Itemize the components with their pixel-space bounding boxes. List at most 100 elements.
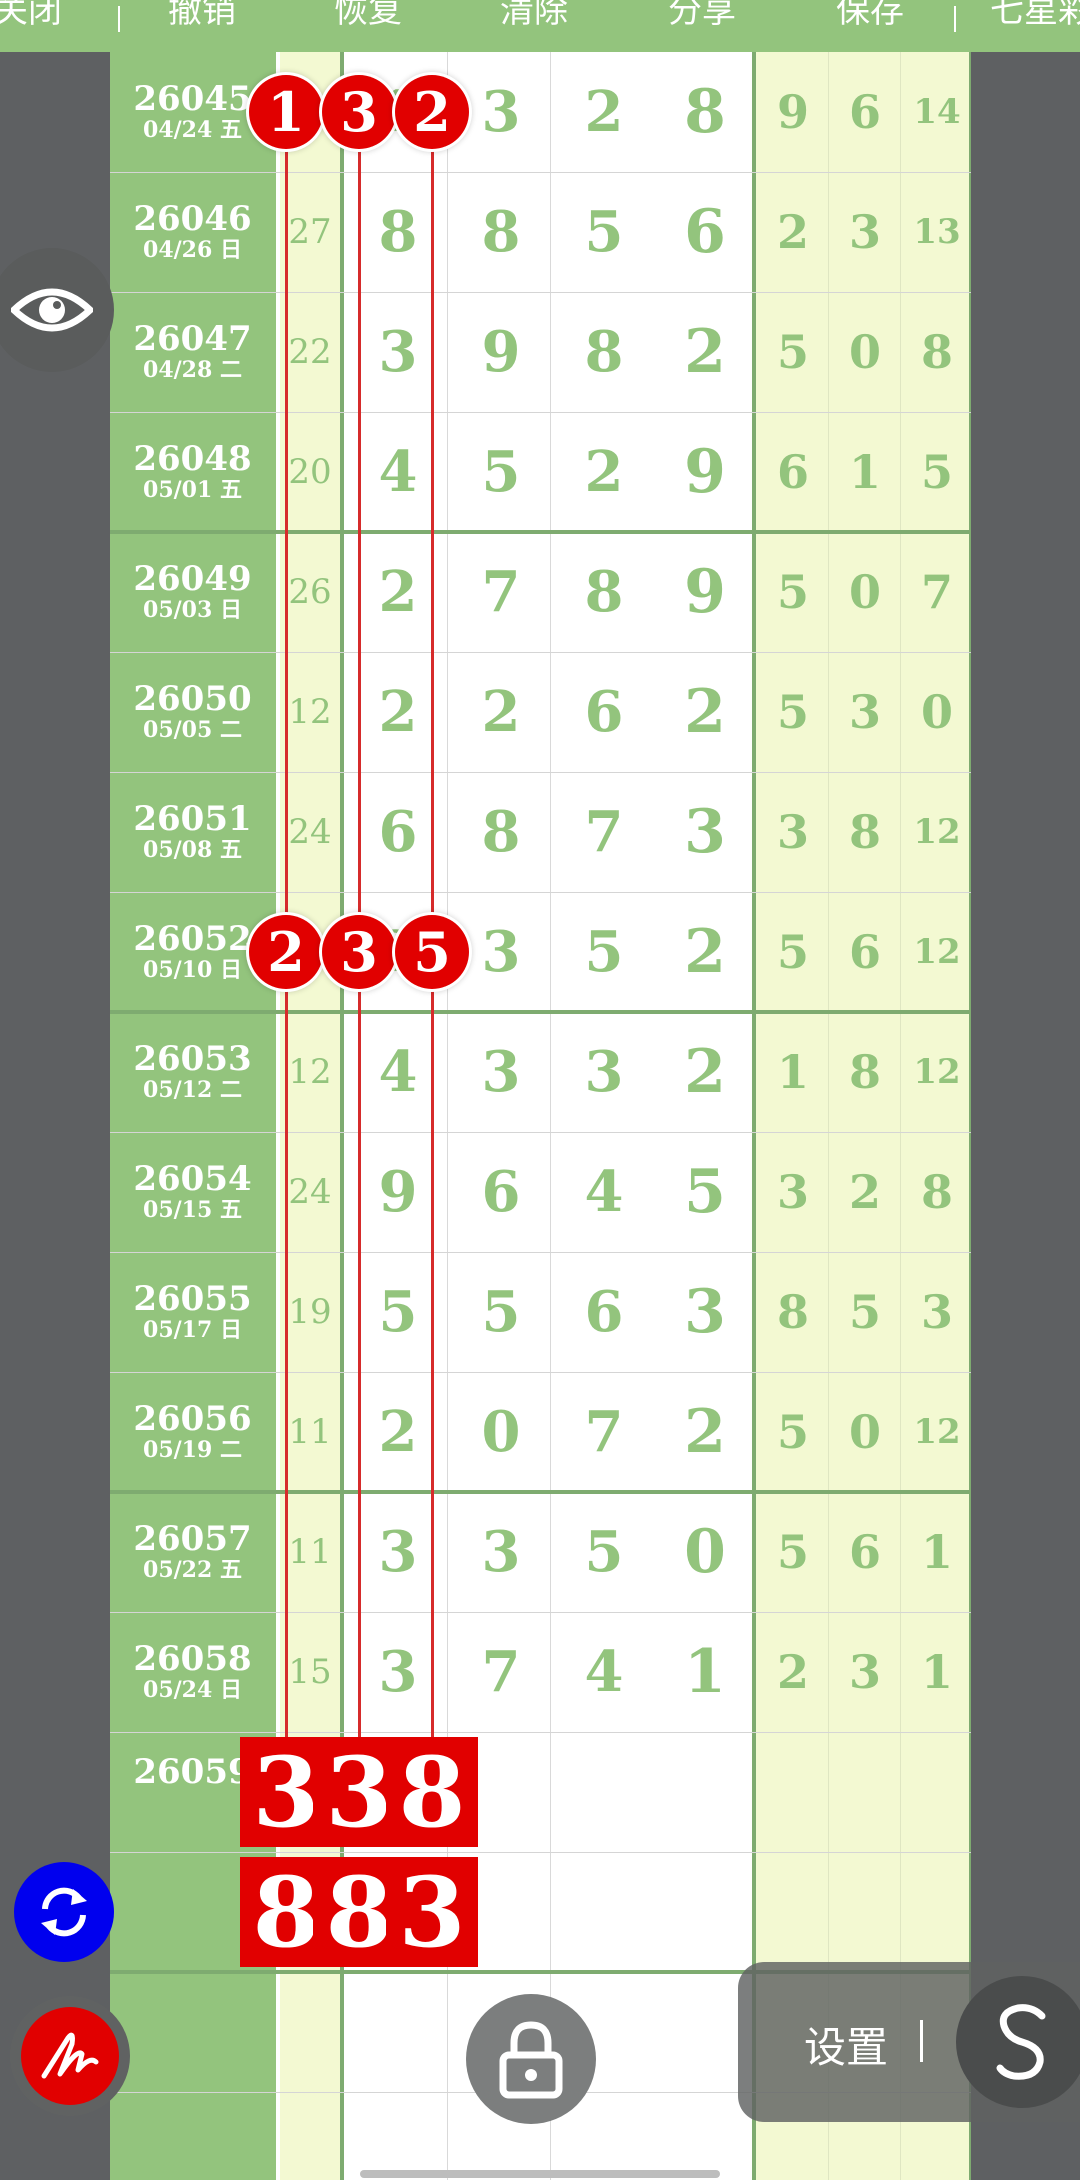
issue-date: 05/03 日 [143, 597, 242, 623]
issue-date: 04/24 五 [143, 117, 242, 143]
digit-cell-3[interactable]: 2 [556, 52, 652, 172]
issue-cell: 26050 05/05 二 [110, 652, 275, 772]
s-menu-button[interactable] [956, 1976, 1080, 2108]
stat-cell-2: 0 [848, 565, 881, 619]
issue-number: 26055 [133, 1279, 252, 1319]
marked-digit-ball[interactable]: 2 [249, 915, 323, 989]
issue-cell: 26057 05/22 五 [110, 1492, 275, 1612]
tail-digit-cell: 2 [684, 1397, 726, 1467]
toolbar-item-2[interactable]: 恢复 [334, 0, 402, 28]
toolbar-item-6[interactable]: 七星彩 [990, 0, 1080, 28]
marked-digit-ball[interactable]: 2 [395, 75, 469, 149]
table-row[interactable]: 26048 05/01 五 20 4 5 2 9 6 1 5 [110, 412, 971, 532]
table-row[interactable]: 26049 05/03 日 26 2 7 8 9 5 0 7 [110, 532, 971, 652]
table-row[interactable]: 26054 05/15 五 24 9 6 4 5 3 2 8 [110, 1132, 971, 1252]
stat-cell-1: 1 [776, 1045, 809, 1099]
refresh-button[interactable] [14, 1862, 114, 1962]
table-row[interactable]: 2605205/10 日1223525612 [110, 892, 971, 1012]
digit-cell-2[interactable]: 9 [453, 292, 549, 412]
digit-cell-3[interactable]: 4 [556, 1612, 652, 1732]
stat-cell-3: 1 [920, 1525, 953, 1579]
prediction-digit-box[interactable]: 8 [386, 1736, 478, 1849]
table-row[interactable]: 26057 05/22 五 11 3 3 5 0 5 6 1 [110, 1492, 971, 1612]
issue-date: 05/15 五 [143, 1197, 242, 1223]
table-row[interactable]: 26051 05/08 五 24 6 8 7 3 3 8 12 [110, 772, 971, 892]
tail-digit-cell: 2 [684, 1037, 726, 1107]
table-row[interactable]: 26047 04/28 二 22 3 9 8 2 5 0 8 [110, 292, 971, 412]
marked-digit-ball[interactable]: 3 [322, 915, 396, 989]
marked-digit-ball[interactable]: 5 [395, 915, 469, 989]
settings-panel: 设置 [738, 1962, 1080, 2122]
lock-button[interactable] [466, 1994, 596, 2124]
table-row[interactable]: 26053 05/12 二 12 4 3 3 2 1 8 12 [110, 1012, 971, 1132]
issue-cell [110, 1972, 275, 2092]
digit-cell-2[interactable]: 3 [453, 1012, 549, 1132]
toolbar-item-0[interactable]: 关闭 [0, 0, 62, 28]
marked-digit-ball[interactable]: 1 [249, 75, 323, 149]
digit-cell-2[interactable]: 7 [453, 1612, 549, 1732]
digit-cell-3[interactable]: 5 [556, 1492, 652, 1612]
digit-cell-2[interactable]: 0 [453, 1372, 549, 1492]
issue-number: 26050 [133, 679, 252, 719]
digit-cell-2[interactable]: 8 [453, 172, 549, 292]
digit-cell-3[interactable] [556, 1852, 652, 1972]
marked-digit-ball[interactable]: 3 [322, 75, 396, 149]
stat-cell-1: 5 [776, 1405, 809, 1459]
digit-cell-2[interactable]: 2 [453, 652, 549, 772]
issue-number: 26059 [133, 1752, 252, 1792]
prediction-digit-box[interactable]: 3 [386, 1856, 478, 1969]
toolbar-item-1[interactable]: 撤销 [168, 0, 236, 28]
stat-cell-1: 3 [776, 805, 809, 859]
s-swirl-icon [996, 2004, 1046, 2080]
table-row[interactable]: 2604504/24 五1413289614 [110, 52, 971, 172]
table-row[interactable]: 26056 05/19 二 11 2 0 7 2 5 0 12 [110, 1372, 971, 1492]
sum-cell: 24 [288, 1172, 332, 1212]
digit-cell-2[interactable]: 6 [453, 1132, 549, 1252]
digit-cell-3[interactable]: 5 [556, 172, 652, 292]
stat-cell-3: 12 [913, 1412, 961, 1452]
digit-cell-3[interactable]: 2 [556, 412, 652, 532]
stat-cell-3: 5 [920, 445, 953, 499]
issue-cell: 26046 04/26 日 [110, 172, 275, 292]
pen-draw-button[interactable] [10, 1996, 130, 2116]
digit-cell-3[interactable]: 4 [556, 1132, 652, 1252]
table-row[interactable]: 26046 04/26 日 27 8 8 5 6 2 3 13 [110, 172, 971, 292]
digit-cell-2[interactable]: 5 [453, 1252, 549, 1372]
toolbar-item-3[interactable]: 清除 [500, 0, 568, 28]
digit-cell-2[interactable]: 8 [453, 772, 549, 892]
stat-cell-2: 3 [848, 685, 881, 739]
settings-button[interactable]: 设置 [804, 2014, 888, 2075]
digit-cell-3[interactable]: 5 [556, 892, 652, 1012]
pen-circle [21, 2007, 119, 2105]
toolbar-item-5[interactable]: 保存 [836, 0, 904, 28]
digit-cell-3[interactable]: 6 [556, 652, 652, 772]
toolbar-item-4[interactable]: 分享 [668, 0, 736, 28]
digit-cell-2[interactable]: 3 [453, 1492, 549, 1612]
digit-cell-3[interactable]: 6 [556, 1252, 652, 1372]
digit-cell-3[interactable]: 7 [556, 1372, 652, 1492]
sum-cell: 19 [288, 1292, 332, 1332]
tail-digit-cell: 6 [684, 197, 726, 267]
table-row[interactable]: 26055 05/17 日 19 5 5 6 3 8 5 3 [110, 1252, 971, 1372]
digit-cell-3[interactable]: 8 [556, 292, 652, 412]
stat-cell-2: 3 [848, 1645, 881, 1699]
eye-toggle-button[interactable] [0, 248, 114, 372]
stat-cell-1: 3 [776, 1165, 809, 1219]
digit-cell-2[interactable]: 7 [453, 532, 549, 652]
digit-cell-1[interactable] [350, 1972, 446, 2092]
stat-cell-1: 9 [776, 85, 809, 139]
trend-chart-board[interactable]: 2604504/24 五14132896142604604/26 日278856… [110, 52, 971, 2180]
digit-cell-3[interactable]: 8 [556, 532, 652, 652]
digit-cell-3[interactable]: 3 [556, 1012, 652, 1132]
digit-cell-2[interactable]: 5 [453, 412, 549, 532]
stat-cell-3: 0 [920, 685, 953, 739]
stat-cell-3: 1 [920, 1645, 953, 1699]
issue-date: 04/26 日 [143, 237, 242, 263]
table-row[interactable]: 26050 05/05 二 12 2 2 6 2 5 3 0 [110, 652, 971, 772]
sum-cell: 26 [288, 572, 332, 612]
table-row[interactable]: 26058 05/24 日 15 3 7 4 1 2 3 1 [110, 1612, 971, 1732]
digit-cell-3[interactable]: 7 [556, 772, 652, 892]
issue-cell [110, 2092, 275, 2180]
digit-cell-1[interactable] [350, 2092, 446, 2180]
digit-cell-3[interactable] [556, 1732, 652, 1852]
